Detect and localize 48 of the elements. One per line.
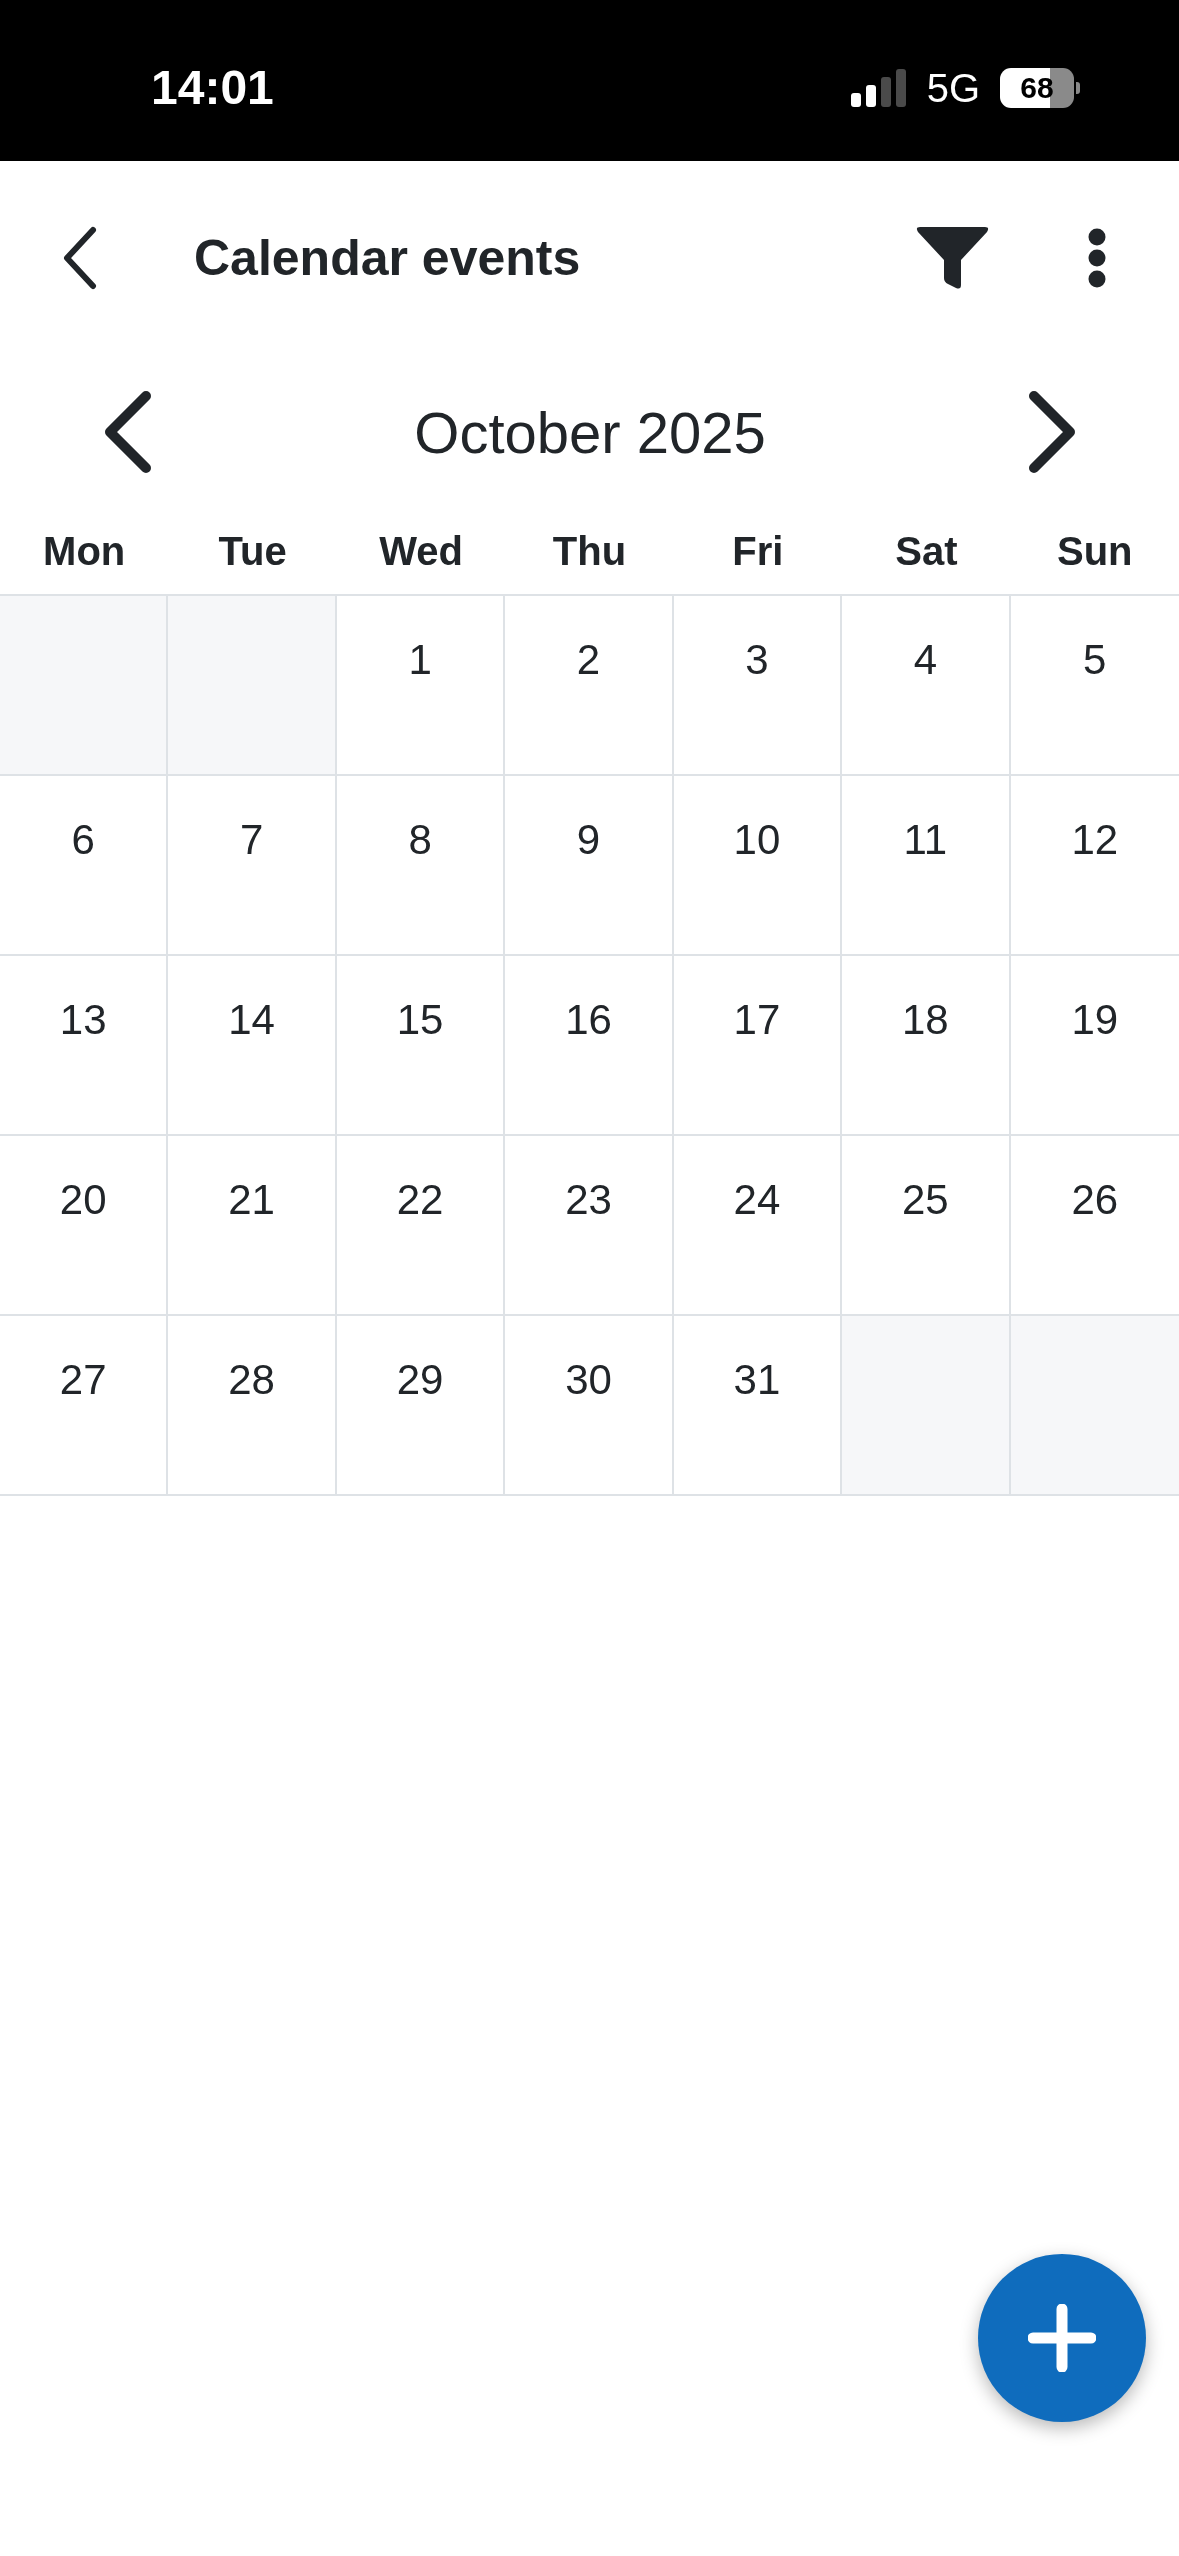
- weekday-label: Thu: [551, 529, 628, 574]
- calendar-day-cell[interactable]: 23: [505, 1136, 674, 1316]
- calendar-day-cell[interactable]: 24: [673, 1136, 843, 1316]
- weekday-label: Sun: [1056, 529, 1134, 574]
- status-time: 14:01: [151, 63, 274, 112]
- battery-indicator: 68: [1000, 67, 1080, 108]
- calendar-day-cell[interactable]: 5: [1010, 596, 1179, 776]
- page-title: Calendar events: [194, 229, 582, 287]
- calendar-day-cell[interactable]: 16: [505, 956, 674, 1136]
- calendar-day-cell[interactable]: 30: [505, 1316, 674, 1496]
- calendar-day-cell[interactable]: 12: [1010, 776, 1179, 956]
- filter-icon: [915, 226, 989, 290]
- plus-icon: [1028, 2304, 1096, 2372]
- calendar-day-cell[interactable]: 18: [842, 956, 1011, 1136]
- calendar-day-cell[interactable]: 2: [505, 596, 674, 776]
- calendar-day-cell[interactable]: 1: [336, 596, 506, 776]
- more-vertical-icon: [1088, 228, 1106, 288]
- calendar-day-cell[interactable]: 20: [0, 1136, 169, 1316]
- calendar-day-cell[interactable]: 17: [673, 956, 843, 1136]
- weekday-label: Fri: [731, 529, 785, 574]
- calendar-day-cell[interactable]: 22: [336, 1136, 506, 1316]
- calendar-day-cell[interactable]: 27: [0, 1316, 169, 1496]
- chevron-right-icon: [1028, 391, 1076, 473]
- calendar-day-cell[interactable]: 8: [336, 776, 506, 956]
- weekday-label: Mon: [42, 529, 127, 574]
- chevron-left-icon: [62, 226, 98, 290]
- calendar-day-cell[interactable]: 19: [1010, 956, 1179, 1136]
- calendar-day-cell[interactable]: 13: [0, 956, 169, 1136]
- weekday-label: Wed: [378, 529, 464, 574]
- month-title: October 2025: [413, 398, 767, 466]
- calendar-day-cell[interactable]: 4: [842, 596, 1011, 776]
- add-event-button[interactable]: [978, 2254, 1146, 2422]
- calendar-day-cell[interactable]: 9: [505, 776, 674, 956]
- calendar-day-cell[interactable]: 3: [673, 596, 843, 776]
- calendar-day-cell[interactable]: 15: [336, 956, 506, 1136]
- calendar-day-cell[interactable]: 28: [168, 1316, 337, 1496]
- signal-icon: [850, 68, 907, 107]
- chevron-left-icon: [104, 391, 152, 473]
- network-label: 5G: [926, 67, 980, 108]
- calendar-day-cell[interactable]: 7: [168, 776, 337, 956]
- weekday-label: Tue: [217, 529, 288, 574]
- calendar-day-cell[interactable]: 21: [168, 1136, 337, 1316]
- calendar-day-cell[interactable]: 6: [0, 776, 169, 956]
- calendar-day-cell[interactable]: 14: [168, 956, 337, 1136]
- calendar-day-cell[interactable]: 10: [673, 776, 843, 956]
- calendar-day-cell[interactable]: 29: [336, 1316, 506, 1496]
- calendar-day-cell[interactable]: 11: [842, 776, 1011, 956]
- weekday-label: Sat: [894, 529, 959, 574]
